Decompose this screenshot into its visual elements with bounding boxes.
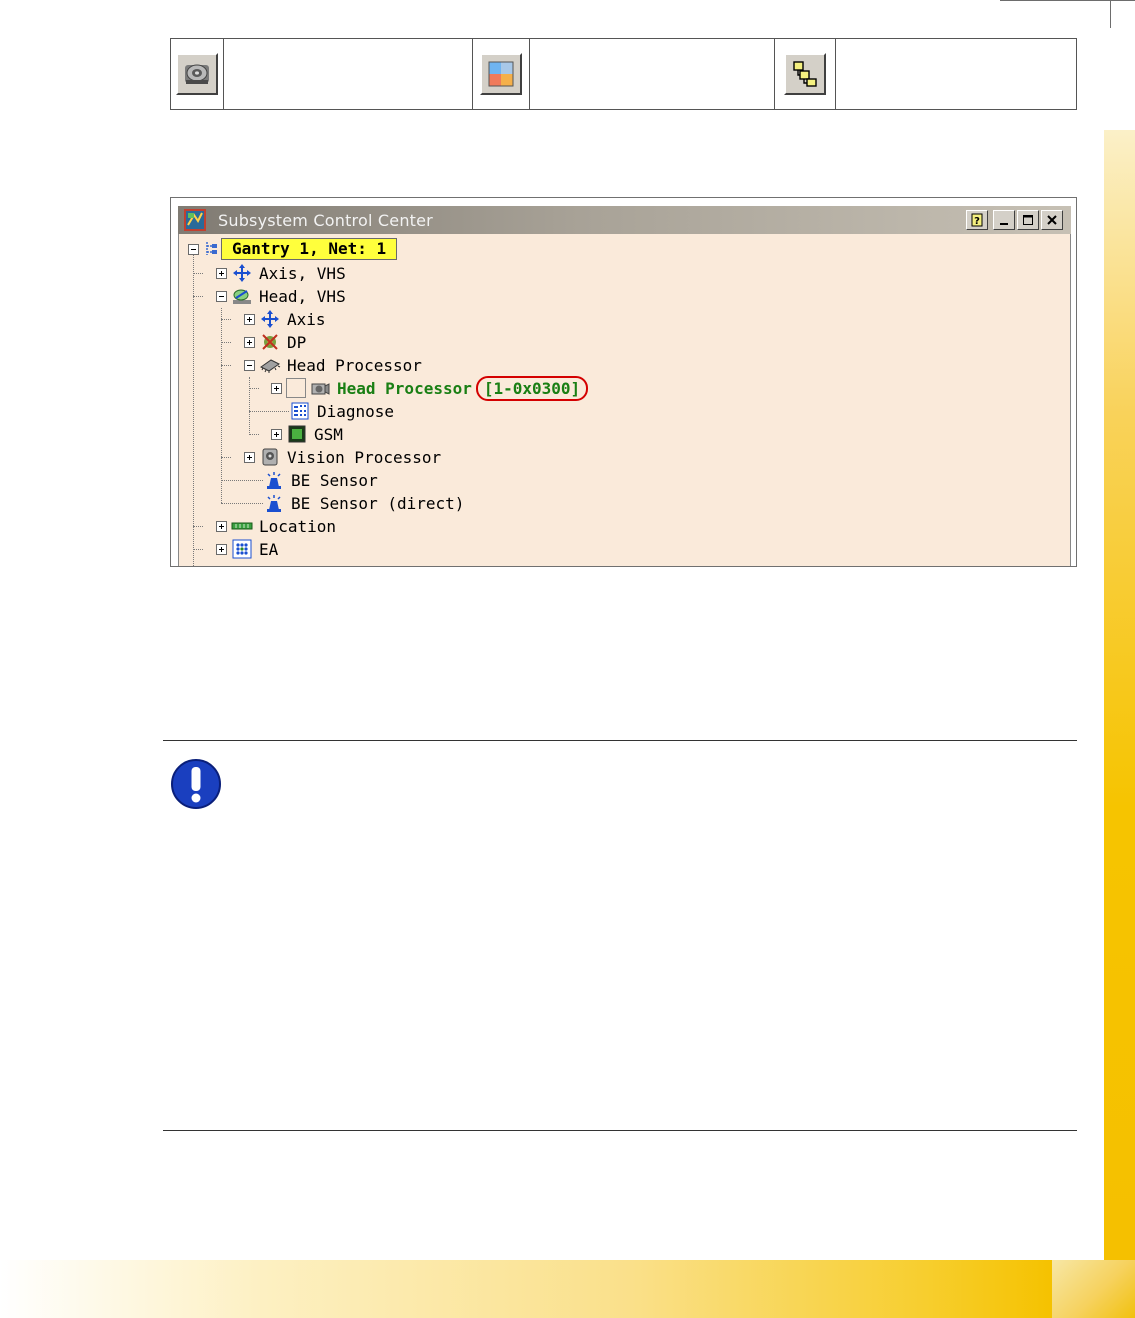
head-icon: [231, 286, 253, 306]
tree-item-axis-vhs[interactable]: Axis, VHS: [216, 262, 346, 284]
camera-module-icon: [309, 378, 331, 398]
tree-label: Diagnose: [317, 401, 395, 421]
exclamation-icon: [170, 758, 222, 810]
tree-item-head-vhs[interactable]: Head, VHS: [216, 285, 346, 307]
icon-cell-1: [171, 39, 224, 109]
bottom-color-band: [0, 1260, 1052, 1318]
collapse-toggle[interactable]: [216, 290, 227, 302]
tree-line: [193, 296, 203, 297]
sensor-icon: [263, 493, 285, 513]
root-label: Gantry 1, Net: 1: [221, 238, 398, 260]
camera-icon: [259, 447, 281, 467]
tree-line: [221, 365, 231, 366]
corner-rule-horizontal: [1000, 0, 1135, 1]
ea-grid-icon: [231, 539, 253, 559]
location-rail-icon: [231, 516, 253, 536]
tree-label: Axis, VHS: [259, 263, 346, 283]
tree-line: [221, 457, 231, 458]
side-color-band: [1104, 130, 1135, 1260]
tree-line: [221, 319, 231, 320]
collapse-toggle[interactable]: [188, 243, 199, 255]
subsystem-control-center-window: Subsystem Control Center ? Gantry 1, Net…: [170, 197, 1077, 567]
tree-item-vision-processor[interactable]: Vision Processor: [244, 446, 441, 468]
icon-cell-3: [775, 39, 836, 109]
checkbox[interactable]: [286, 378, 306, 398]
corner-rule-vertical: [1110, 0, 1111, 28]
axis-move-icon: [231, 263, 253, 283]
bottom-corner-tab: [1052, 1260, 1135, 1318]
tree-label: EA: [259, 539, 279, 559]
expand-toggle[interactable]: [244, 313, 255, 325]
expand-toggle[interactable]: [216, 520, 227, 532]
tree-root[interactable]: Gantry 1, Net: 1: [188, 238, 398, 260]
icon-table: [170, 38, 1077, 110]
tree-label: Head, VHS: [259, 286, 346, 306]
address-highlight: [1-0x0300]: [475, 375, 589, 401]
tree-line: [221, 503, 263, 504]
notice-top-rule: [163, 740, 1077, 741]
subsystem-tree: Gantry 1, Net: 1 Axis, VHS Head, VHS Axi…: [171, 198, 1076, 566]
tree-label-selected: Head Processor: [337, 378, 472, 398]
expand-toggle[interactable]: [271, 382, 282, 394]
icon-cell-1-text: [224, 39, 474, 109]
tree-hierarchy-icon[interactable]: [783, 53, 826, 95]
collapse-toggle[interactable]: [244, 359, 255, 371]
tree-item-axis[interactable]: Axis: [244, 308, 326, 330]
sensor-icon: [263, 470, 285, 490]
tree-line: [249, 411, 289, 412]
tree-item-gsm[interactable]: GSM: [271, 423, 343, 445]
tree-label: GSM: [314, 424, 343, 444]
tree-item-head-processor-node[interactable]: Head Processor [1-0x0300]: [271, 375, 589, 401]
tree-line: [249, 377, 250, 435]
expand-toggle[interactable]: [216, 543, 227, 555]
tree-line: [193, 255, 194, 566]
tree-label: DP: [287, 332, 307, 352]
tree-item-dp[interactable]: DP: [244, 331, 306, 353]
processor-chip-icon: [259, 355, 281, 375]
tree-line: [193, 273, 203, 274]
tree-item-location[interactable]: Location: [216, 515, 336, 537]
axis-move-icon: [259, 309, 281, 329]
expand-toggle[interactable]: [216, 267, 227, 279]
icon-cell-2-text: [530, 39, 775, 109]
tree-label: Vision Processor: [287, 447, 442, 467]
tree-line: [193, 549, 203, 550]
tree-item-be-sensor-direct[interactable]: BE Sensor (direct): [259, 492, 464, 514]
icon-cell-3-text: [836, 39, 1076, 109]
tree-item-head-processor[interactable]: Head Processor: [244, 354, 422, 376]
gsm-module-icon: [286, 424, 308, 444]
tree-label: BE Sensor: [291, 470, 378, 490]
tree-line: [249, 388, 259, 389]
tree-line: [221, 480, 263, 481]
icon-cell-2: [473, 39, 531, 109]
dp-icon: [259, 332, 281, 352]
tree-label: BE Sensor (direct): [291, 493, 465, 513]
notice-bottom-rule: [163, 1130, 1077, 1131]
tree-line: [221, 308, 222, 503]
tree-item-diagnose[interactable]: Diagnose: [289, 400, 394, 422]
tree-label: Axis: [287, 309, 326, 329]
tree-line: [249, 434, 259, 435]
diagnose-icon: [289, 401, 311, 421]
color-layout-icon[interactable]: [480, 53, 523, 95]
tree-label: Location: [259, 516, 337, 536]
tree-item-be-sensor[interactable]: BE Sensor: [259, 469, 378, 491]
network-icon: [203, 239, 219, 259]
tree-line: [221, 342, 231, 343]
expand-toggle[interactable]: [244, 451, 255, 463]
expand-toggle[interactable]: [271, 428, 282, 440]
subsystem-control-center-icon[interactable]: [175, 53, 218, 95]
tree-label: Head Processor: [287, 355, 422, 375]
tree-item-ea[interactable]: EA: [216, 538, 278, 560]
tree-line: [193, 526, 203, 527]
expand-toggle[interactable]: [244, 336, 255, 348]
